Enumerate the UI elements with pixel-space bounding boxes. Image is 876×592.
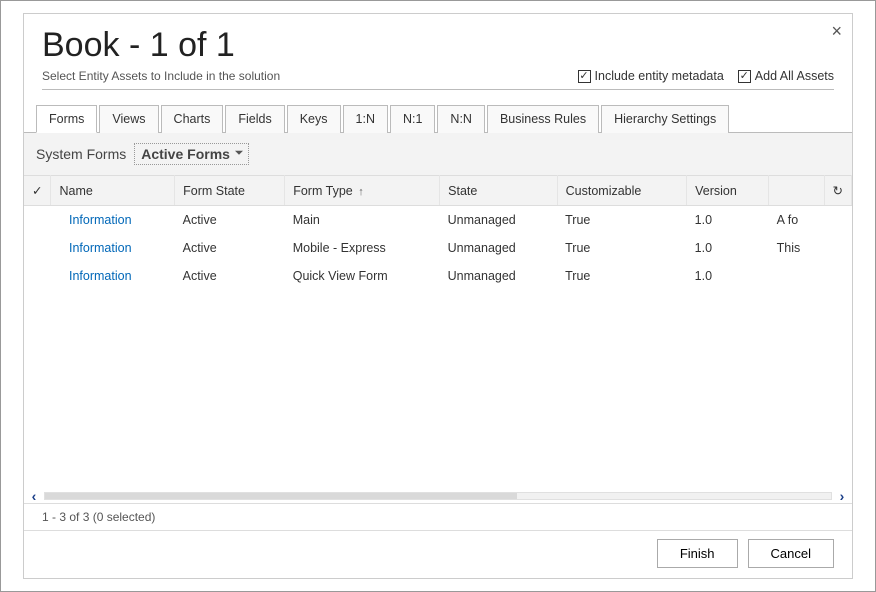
table-row[interactable]: Information Active Main Unmanaged True 1… xyxy=(24,206,852,235)
row-checkbox[interactable] xyxy=(24,262,51,290)
add-all-assets-checkbox[interactable]: ✓ Add All Assets xyxy=(738,69,834,83)
scroll-left-icon[interactable]: ‹ xyxy=(28,490,40,502)
cell-form-state: Active xyxy=(175,262,285,290)
header: Book - 1 of 1 Select Entity Assets to In… xyxy=(24,14,852,96)
tab-1n[interactable]: 1:N xyxy=(343,105,388,133)
cell-version: 1.0 xyxy=(687,234,769,262)
form-name-link[interactable]: Information xyxy=(69,269,132,283)
cell-state: Unmanaged xyxy=(440,206,557,235)
scroll-thumb[interactable] xyxy=(45,493,517,499)
dialog: × Book - 1 of 1 Select Entity Assets to … xyxy=(23,13,853,579)
form-name-link[interactable]: Information xyxy=(69,241,132,255)
tab-views[interactable]: Views xyxy=(99,105,158,133)
tab-forms[interactable]: Forms xyxy=(36,105,97,133)
cell-description xyxy=(769,262,824,290)
scroll-right-icon[interactable]: › xyxy=(836,490,848,502)
cell-state: Unmanaged xyxy=(440,262,557,290)
grid-container: ✓ Name Form State Form Type ↑ State Cust… xyxy=(24,175,852,530)
add-all-assets-label: Add All Assets xyxy=(755,69,834,83)
cell-customizable: True xyxy=(557,206,687,235)
grid-scroll: ✓ Name Form State Form Type ↑ State Cust… xyxy=(24,175,852,489)
dialog-window: × Book - 1 of 1 Select Entity Assets to … xyxy=(0,0,876,592)
cell-form-type: Main xyxy=(285,206,440,235)
cell-version: 1.0 xyxy=(687,206,769,235)
cell-description: A fo xyxy=(769,206,824,235)
horizontal-scrollbar[interactable]: ‹ › xyxy=(24,489,852,503)
checkbox-icon: ✓ xyxy=(738,70,751,83)
col-customizable[interactable]: Customizable xyxy=(557,176,687,206)
tab-n1[interactable]: N:1 xyxy=(390,105,435,133)
view-bar: System Forms Active Forms xyxy=(24,133,852,175)
entity-tabs: Forms Views Charts Fields Keys 1:N N:1 N… xyxy=(24,104,852,133)
cell-form-type: Quick View Form xyxy=(285,262,440,290)
tab-keys[interactable]: Keys xyxy=(287,105,341,133)
cell-form-state: Active xyxy=(175,206,285,235)
col-form-state[interactable]: Form State xyxy=(175,176,285,206)
cell-state: Unmanaged xyxy=(440,234,557,262)
include-metadata-checkbox[interactable]: ✓ Include entity metadata xyxy=(578,69,724,83)
grid-header-row: ✓ Name Form State Form Type ↑ State Cust… xyxy=(24,176,852,206)
col-state[interactable]: State xyxy=(440,176,557,206)
header-options: ✓ Include entity metadata ✓ Add All Asse… xyxy=(578,69,834,83)
row-checkbox[interactable] xyxy=(24,234,51,262)
tab-business-rules[interactable]: Business Rules xyxy=(487,105,599,133)
table-row[interactable]: Information Active Mobile - Express Unma… xyxy=(24,234,852,262)
forms-grid: ✓ Name Form State Form Type ↑ State Cust… xyxy=(24,175,852,290)
status-bar: 1 - 3 of 3 (0 selected) xyxy=(24,503,852,530)
cancel-button[interactable]: Cancel xyxy=(748,539,834,568)
view-dropdown[interactable]: Active Forms xyxy=(134,143,249,165)
table-row[interactable]: Information Active Quick View Form Unman… xyxy=(24,262,852,290)
cell-form-type: Mobile - Express xyxy=(285,234,440,262)
include-metadata-label: Include entity metadata xyxy=(595,69,724,83)
tab-fields[interactable]: Fields xyxy=(225,105,284,133)
subtitle: Select Entity Assets to Include in the s… xyxy=(42,69,578,83)
sort-asc-icon: ↑ xyxy=(358,186,364,198)
tab-hierarchy-settings[interactable]: Hierarchy Settings xyxy=(601,105,729,133)
checkbox-icon: ✓ xyxy=(578,70,591,83)
check-icon: ✓ xyxy=(32,184,42,198)
col-version[interactable]: Version xyxy=(687,176,769,206)
subtitle-row: Select Entity Assets to Include in the s… xyxy=(42,69,834,90)
col-description[interactable] xyxy=(769,176,824,206)
cell-customizable: True xyxy=(557,234,687,262)
scroll-track[interactable] xyxy=(44,492,832,500)
page-title: Book - 1 of 1 xyxy=(42,26,834,65)
select-all-checkbox[interactable]: ✓ xyxy=(24,176,51,206)
form-name-link[interactable]: Information xyxy=(69,213,132,227)
row-checkbox[interactable] xyxy=(24,206,51,235)
refresh-icon: ↻ xyxy=(833,184,843,198)
close-icon[interactable]: × xyxy=(831,22,842,40)
footer: Finish Cancel xyxy=(24,530,852,578)
finish-button[interactable]: Finish xyxy=(657,539,738,568)
cell-customizable: True xyxy=(557,262,687,290)
col-form-type[interactable]: Form Type ↑ xyxy=(285,176,440,206)
tab-nn[interactable]: N:N xyxy=(437,105,485,133)
cell-version: 1.0 xyxy=(687,262,769,290)
cell-form-state: Active xyxy=(175,234,285,262)
cell-description: This xyxy=(769,234,824,262)
tab-charts[interactable]: Charts xyxy=(161,105,224,133)
refresh-button[interactable]: ↻ xyxy=(824,176,851,206)
col-name[interactable]: Name xyxy=(51,176,175,206)
view-category-label: System Forms xyxy=(36,146,126,162)
